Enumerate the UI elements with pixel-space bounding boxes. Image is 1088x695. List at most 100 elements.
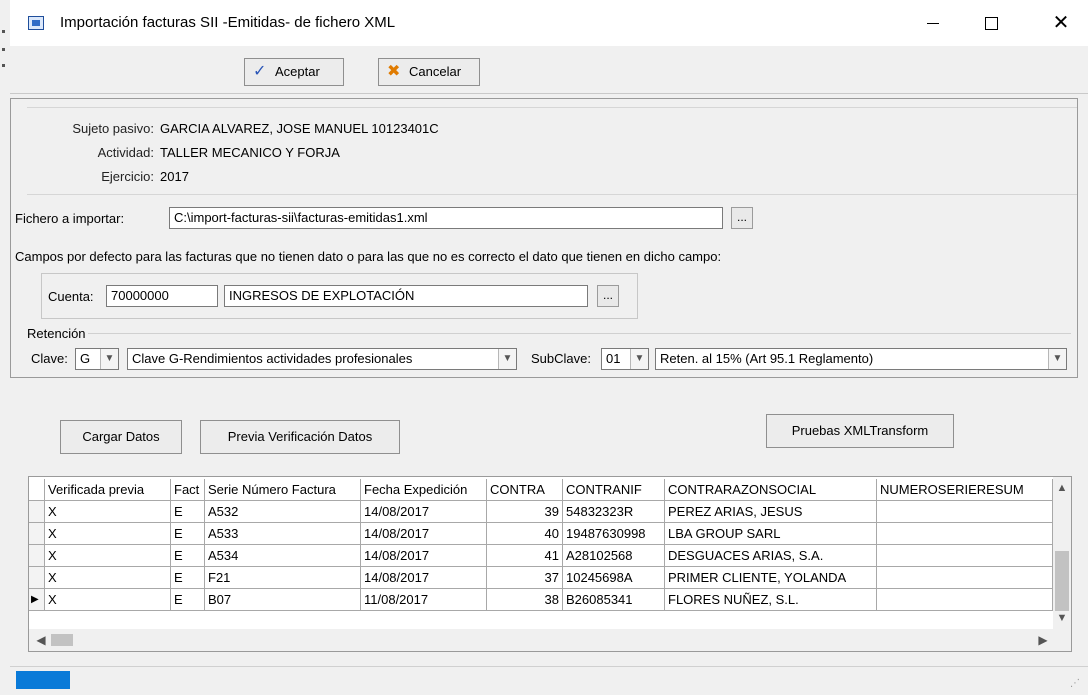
load-data-button[interactable]: Cargar Datos — [60, 420, 182, 454]
taxpayer-info: Sujeto pasivo: GARCIA ALVAREZ, JOSE MANUE… — [27, 107, 1077, 195]
file-browse-button[interactable]: ... — [731, 207, 753, 229]
actividad-row: Actividad: TALLER MECANICO Y FORJA — [27, 144, 340, 162]
table-row[interactable]: X E A533 14/08/2017 40 19487630998 LBA G… — [29, 523, 1053, 545]
table-cell[interactable] — [877, 501, 1053, 523]
table-cell[interactable]: B26085341 — [563, 589, 665, 611]
table-cell[interactable]: 39 — [487, 501, 563, 523]
scroll-up-icon[interactable]: ▲ — [1053, 479, 1071, 497]
table-cell[interactable]: 14/08/2017 — [361, 523, 487, 545]
window-title: Importación facturas SII -Emitidas- de f… — [60, 14, 396, 31]
xml-transform-button[interactable]: Pruebas XMLTransform — [766, 414, 954, 448]
table-cell[interactable]: 38 — [487, 589, 563, 611]
table-row[interactable]: X E F21 14/08/2017 37 10245698A PRIMER C… — [29, 567, 1053, 589]
table-cell[interactable]: A532 — [205, 501, 361, 523]
table-cell[interactable] — [877, 523, 1053, 545]
column-header[interactable]: CONTRANIF — [563, 479, 665, 501]
clave-label: Clave: — [31, 351, 68, 366]
table-cell[interactable]: X — [45, 545, 171, 567]
column-header[interactable]: Verificada previa — [45, 479, 171, 501]
cuenta-browse-button[interactable]: ... — [597, 285, 619, 307]
scroll-right-icon[interactable]: ▶ — [1035, 631, 1051, 649]
table-cell[interactable]: F21 — [205, 567, 361, 589]
table-cell[interactable]: X — [45, 523, 171, 545]
table-cell[interactable] — [877, 567, 1053, 589]
table-row[interactable]: X E A532 14/08/2017 39 54832323R PEREZ A… — [29, 501, 1053, 523]
file-input[interactable]: C:\import-facturas-sii\facturas-emitidas… — [169, 207, 723, 229]
table-cell[interactable]: 10245698A — [563, 567, 665, 589]
horizontal-scrollbar[interactable]: ◀ ▶ — [29, 629, 1071, 651]
table-cell[interactable]: A28102568 — [563, 545, 665, 567]
verify-data-button[interactable]: Previa Verificación Datos — [200, 420, 400, 454]
vertical-scrollbar[interactable]: ▲ ▼ — [1053, 477, 1071, 629]
maximize-button[interactable] — [968, 0, 1014, 46]
table-cell[interactable]: X — [45, 589, 171, 611]
table-cell[interactable]: 11/08/2017 — [361, 589, 487, 611]
column-header[interactable]: NUMEROSERIERESUM — [877, 479, 1053, 501]
ejercicio-label: Ejercicio: — [101, 169, 154, 184]
scroll-down-icon[interactable]: ▼ — [1053, 609, 1071, 627]
row-indicator[interactable] — [29, 501, 45, 523]
table-cell[interactable]: 37 — [487, 567, 563, 589]
table-cell[interactable]: E — [171, 567, 205, 589]
close-button[interactable]: ✕ — [1038, 0, 1084, 46]
invoice-grid[interactable]: Verificada previa Fact Serie Número Fact… — [28, 476, 1072, 652]
table-cell[interactable]: E — [171, 523, 205, 545]
table-cell[interactable]: 40 — [487, 523, 563, 545]
table-cell[interactable]: LBA GROUP SARL — [665, 523, 877, 545]
file-label: Fichero a importar: — [15, 211, 125, 226]
row-indicator[interactable] — [29, 567, 45, 589]
table-row-current[interactable]: ▶ X E B07 11/08/2017 38 B26085341 FLORES… — [29, 589, 1053, 611]
table-cell[interactable]: B07 — [205, 589, 361, 611]
table-cell[interactable]: X — [45, 501, 171, 523]
table-cell[interactable]: DESGUACES ARIAS, S.A. — [665, 545, 877, 567]
table-cell[interactable]: 19487630998 — [563, 523, 665, 545]
current-row-pointer-icon[interactable]: ▶ — [29, 589, 45, 611]
cuenta-name-input[interactable]: INGRESOS DE EXPLOTACIÓN — [224, 285, 588, 307]
column-header[interactable]: CONTRARAZONSOCIAL — [665, 479, 877, 501]
table-cell[interactable]: 14/08/2017 — [361, 501, 487, 523]
clave-desc: Clave G-Rendimientos actividades profesi… — [132, 351, 413, 366]
table-cell[interactable]: E — [171, 545, 205, 567]
scroll-left-icon[interactable]: ◀ — [33, 631, 49, 649]
column-header[interactable]: CONTRA — [487, 479, 563, 501]
table-cell[interactable]: PEREZ ARIAS, JESUS — [665, 501, 877, 523]
column-header[interactable]: Fact — [171, 479, 205, 501]
table-cell[interactable]: 54832323R — [563, 501, 665, 523]
row-indicator[interactable] — [29, 545, 45, 567]
sujeto-value: GARCIA ALVAREZ, JOSE MANUEL 10123401C — [160, 121, 439, 136]
subclave-select[interactable]: 01 ▼ — [601, 348, 649, 370]
horizontal-scroll-thumb[interactable] — [51, 634, 73, 646]
table-cell[interactable] — [877, 589, 1053, 611]
cancel-button[interactable]: ✖ Cancelar — [378, 58, 480, 86]
accept-button[interactable]: ✓ Aceptar — [244, 58, 344, 86]
subclave-desc-select[interactable]: Reten. al 15% (Art 95.1 Reglamento) ▼ — [655, 348, 1067, 370]
table-cell[interactable]: 14/08/2017 — [361, 567, 487, 589]
cuenta-code-input[interactable]: 70000000 — [106, 285, 218, 307]
actividad-value: TALLER MECANICO Y FORJA — [160, 145, 340, 160]
table-cell[interactable]: PRIMER CLIENTE, YOLANDA — [665, 567, 877, 589]
clave-select[interactable]: G ▼ — [75, 348, 119, 370]
table-cell[interactable]: E — [171, 501, 205, 523]
subclave-value: 01 — [606, 351, 621, 366]
vertical-scroll-thumb[interactable] — [1055, 551, 1069, 611]
column-header[interactable]: Fecha Expedición — [361, 479, 487, 501]
title-bar: Importación facturas SII -Emitidas- de f… — [10, 0, 1088, 46]
sujeto-row: Sujeto pasivo: GARCIA ALVAREZ, JOSE MANUE… — [27, 120, 439, 138]
table-cell[interactable]: 14/08/2017 — [361, 545, 487, 567]
resize-grip-icon[interactable]: ⋰ — [1070, 678, 1082, 690]
grid-header: Verificada previa Fact Serie Número Fact… — [29, 479, 1053, 501]
table-cell[interactable]: X — [45, 567, 171, 589]
row-indicator[interactable] — [29, 523, 45, 545]
subclave-desc: Reten. al 15% (Art 95.1 Reglamento) — [660, 351, 874, 366]
clave-desc-select[interactable]: Clave G-Rendimientos actividades profesi… — [127, 348, 517, 370]
table-cell[interactable]: FLORES NUÑEZ, S.L. — [665, 589, 877, 611]
table-row[interactable]: X E A534 14/08/2017 41 A28102568 DESGUAC… — [29, 545, 1053, 567]
minimize-button[interactable] — [910, 0, 956, 46]
column-header[interactable]: Serie Número Factura — [205, 479, 361, 501]
table-cell[interactable]: A533 — [205, 523, 361, 545]
table-cell[interactable] — [877, 545, 1053, 567]
actividad-label: Actividad: — [97, 145, 154, 160]
table-cell[interactable]: E — [171, 589, 205, 611]
table-cell[interactable]: 41 — [487, 545, 563, 567]
table-cell[interactable]: A534 — [205, 545, 361, 567]
